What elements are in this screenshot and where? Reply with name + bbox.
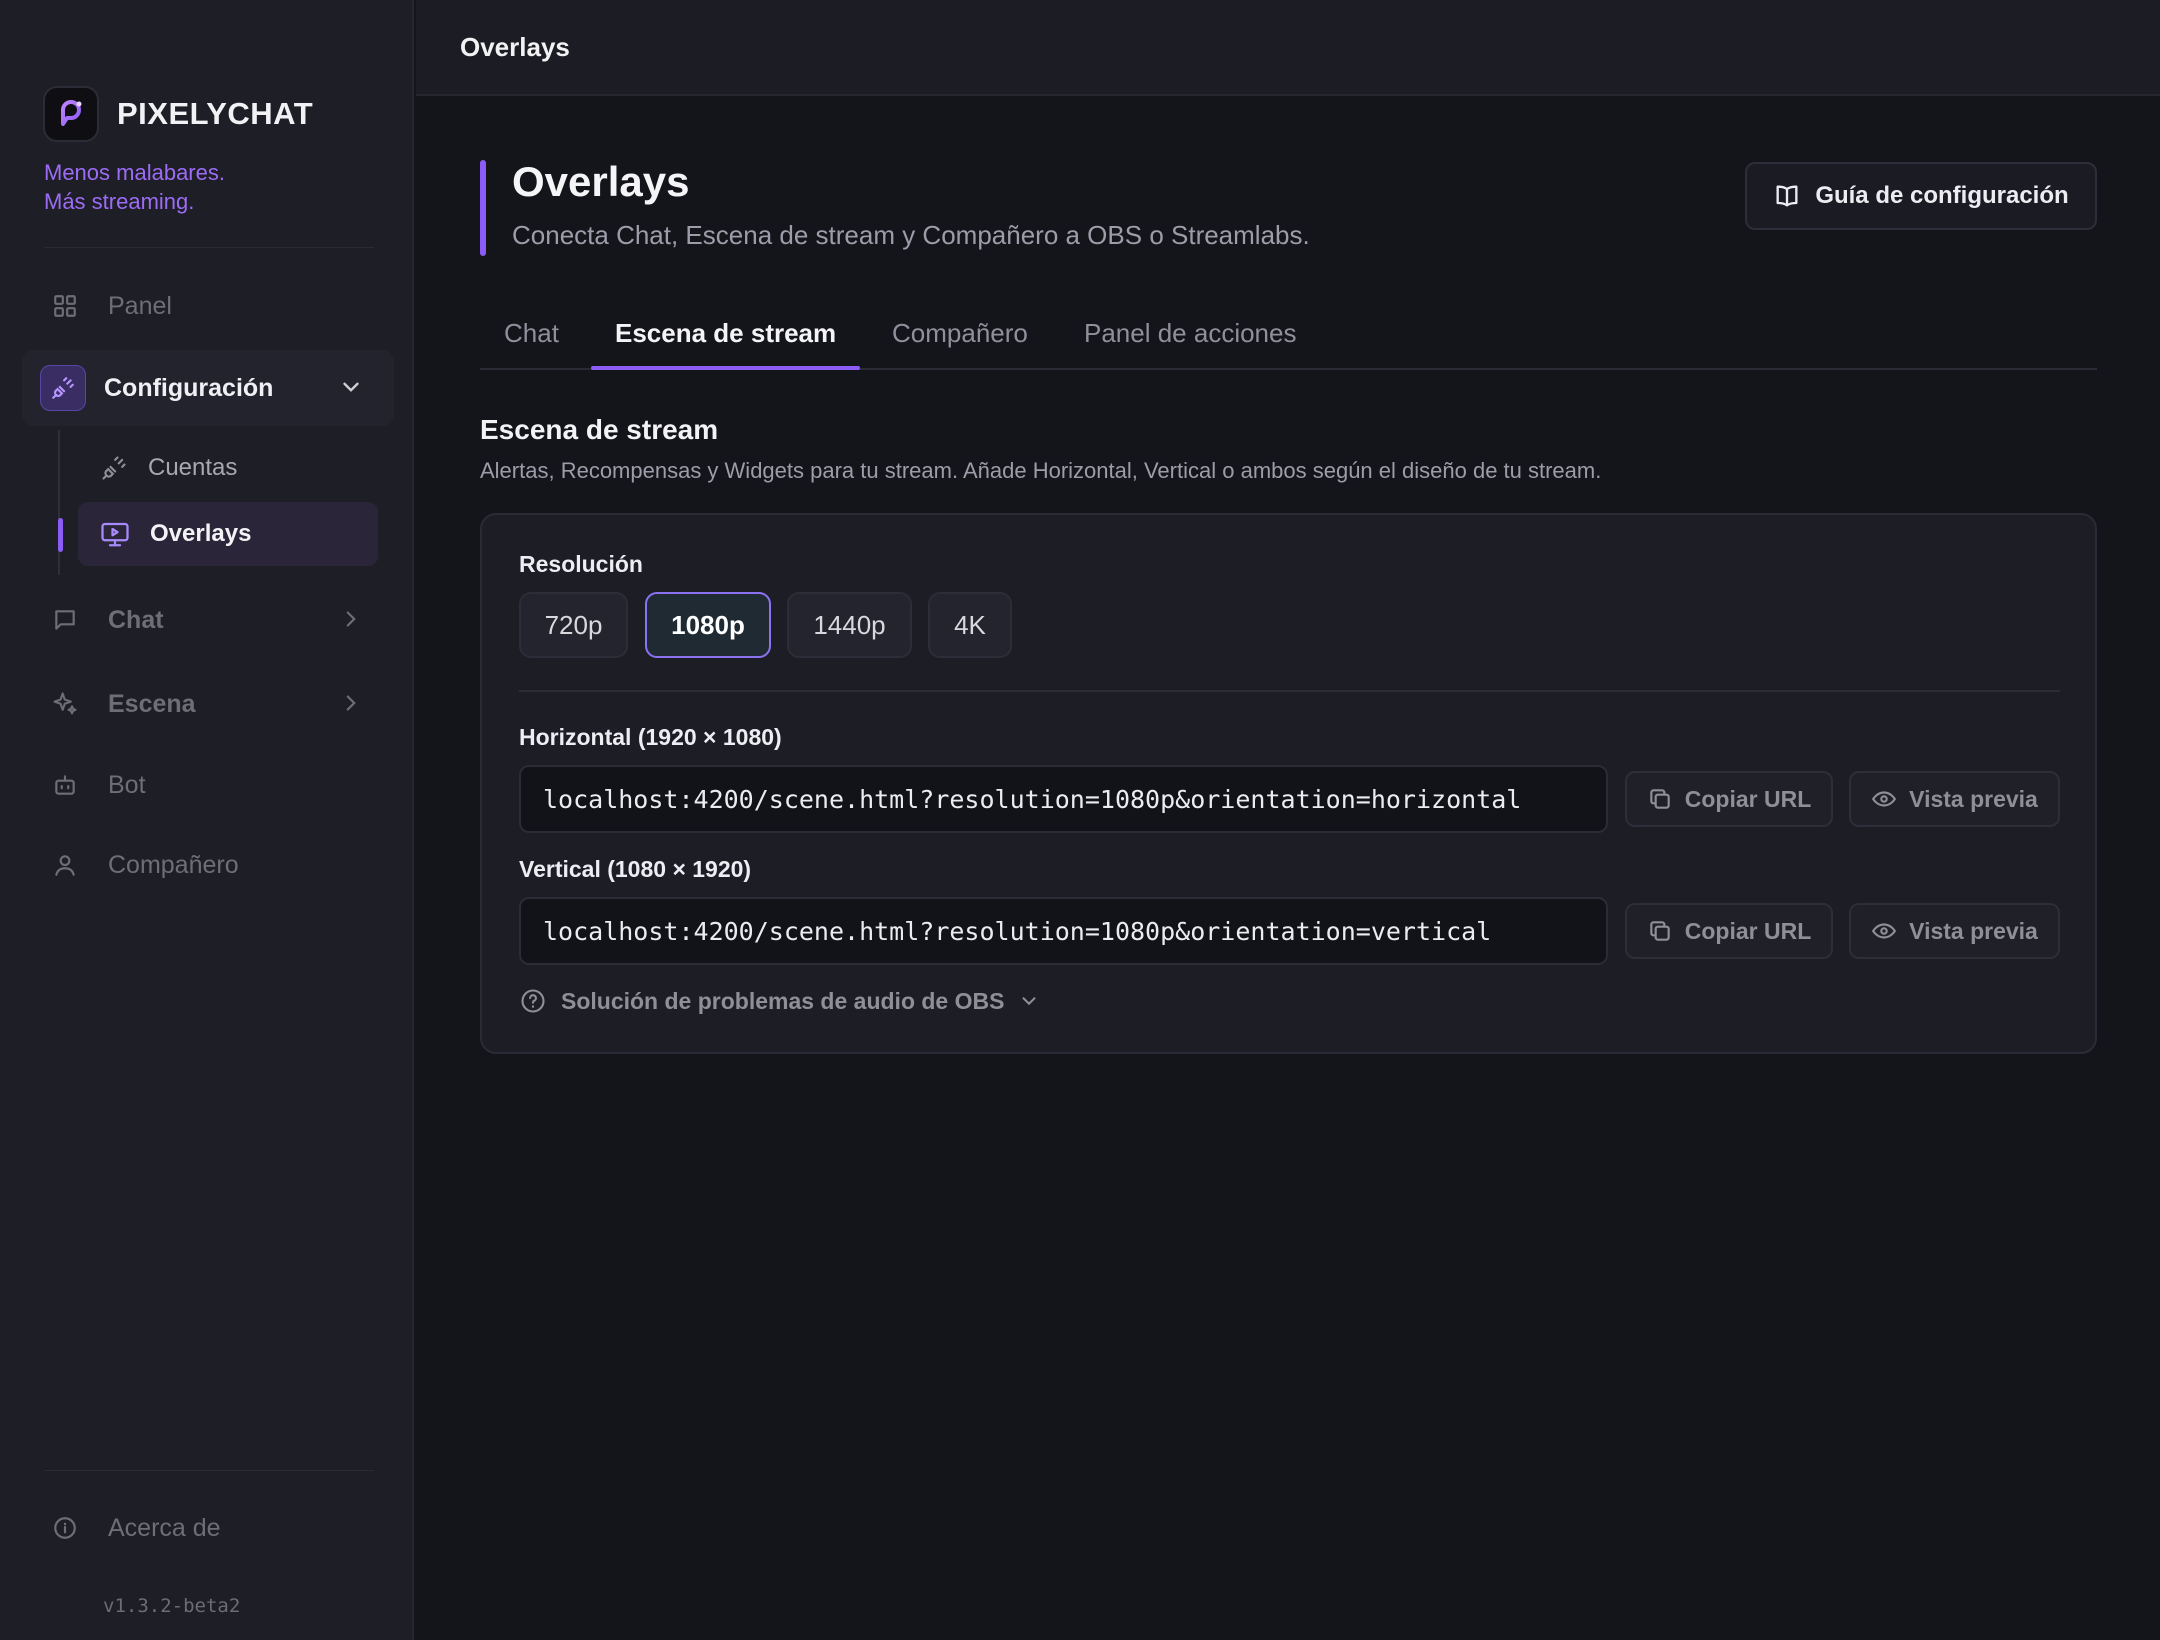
tab-escena-de-stream[interactable]: Escena de stream — [615, 318, 836, 370]
copy-url-label: Copiar URL — [1684, 917, 1812, 944]
scene-settings-card: Resolución 720p 1080p 1440p 4K Horizonta… — [480, 513, 2097, 1054]
vertical-url-label: Vertical (1080 × 1920) — [519, 856, 752, 882]
sidebar-item-bot[interactable]: Bot — [22, 747, 394, 823]
tab-panel-de-acciones[interactable]: Panel de acciones — [1084, 318, 1296, 370]
preview-horizontal-button[interactable]: Vista previa — [1849, 771, 2060, 827]
brand-name: PIXELYCHAT — [117, 96, 314, 131]
tab-chat[interactable]: Chat — [504, 318, 559, 370]
plug-icon — [100, 454, 128, 482]
sidebar-item-label: Escena — [108, 689, 196, 718]
chevron-down-icon — [338, 374, 364, 400]
sidebar-subitem-label: Overlays — [150, 520, 252, 547]
sidebar-item-label: Panel — [108, 291, 172, 320]
vertical-url-field[interactable]: localhost:4200/scene.html?resolution=108… — [519, 897, 1608, 965]
card-divider — [519, 690, 2060, 692]
grid-icon — [50, 291, 80, 321]
active-marker — [58, 518, 63, 552]
sidebar-item-companero[interactable]: Compañero — [22, 827, 394, 903]
info-icon — [50, 1513, 80, 1543]
sidebar-item-label: Chat — [108, 605, 164, 634]
copy-icon — [1647, 786, 1673, 812]
copy-horizontal-url-button[interactable]: Copiar URL — [1625, 771, 1833, 827]
resolution-option-720p[interactable]: 720p — [519, 592, 628, 658]
chevron-down-icon — [1018, 990, 1040, 1012]
tagline-line-1: Menos malabares. — [44, 160, 225, 185]
sidebar-item-label: Compañero — [108, 850, 239, 879]
pixelychat-logo-icon — [43, 86, 99, 142]
tabs: Chat Escena de stream Compañero Panel de… — [480, 300, 2097, 370]
setup-guide-label: Guía de configuración — [1815, 182, 2069, 209]
submenu-line — [58, 430, 60, 575]
eye-icon — [1871, 918, 1897, 944]
copy-url-label: Copiar URL — [1684, 785, 1812, 812]
resolution-label: Resolución — [519, 551, 643, 577]
preview-label: Vista previa — [1909, 917, 2038, 944]
preview-vertical-button[interactable]: Vista previa — [1849, 903, 2060, 959]
page-title: Overlays — [512, 158, 690, 205]
topbar: Overlays — [416, 0, 2160, 96]
sidebar-item-label: Acerca de — [108, 1513, 221, 1542]
topbar-title: Overlays — [460, 32, 570, 62]
active-tab-indicator — [591, 366, 860, 370]
setup-guide-button[interactable]: Guía de configuración — [1745, 162, 2097, 230]
book-icon — [1773, 182, 1801, 210]
tagline: Menos malabares. Más streaming. — [44, 158, 225, 216]
sparkles-icon — [50, 689, 80, 719]
sidebar-divider — [44, 247, 374, 248]
title-accent-bar — [480, 160, 486, 256]
monitor-play-icon — [100, 519, 130, 549]
sidebar-item-label: Configuración — [104, 373, 274, 402]
obs-audio-troubleshoot-toggle[interactable]: Solución de problemas de audio de OBS — [519, 987, 1040, 1015]
chat-bubble-icon — [50, 605, 80, 635]
sidebar-item-panel[interactable]: Panel — [22, 268, 394, 344]
plug-icon — [40, 365, 86, 411]
help-circle-icon — [519, 987, 547, 1015]
sidebar-subitem-cuentas[interactable]: Cuentas — [78, 436, 378, 500]
sidebar-item-escena[interactable]: Escena — [22, 666, 394, 742]
resolution-option-1080p[interactable]: 1080p — [645, 592, 771, 658]
app-version: v1.3.2-beta2 — [103, 1595, 241, 1617]
resolution-option-4k[interactable]: 4K — [928, 592, 1012, 658]
chevron-right-icon — [338, 606, 364, 632]
sidebar-subitem-overlays[interactable]: Overlays — [78, 502, 378, 566]
section-title: Escena de stream — [480, 414, 719, 445]
eye-icon — [1871, 786, 1897, 812]
sidebar-item-configuracion[interactable]: Configuración — [22, 350, 394, 426]
sidebar-item-acerca-de[interactable]: Acerca de — [22, 1490, 394, 1566]
sidebar-divider — [44, 1470, 374, 1471]
troubleshoot-label: Solución de problemas de audio de OBS — [561, 987, 1005, 1014]
page-subtitle: Conecta Chat, Escena de stream y Compañe… — [512, 220, 1310, 250]
sidebar: PIXELYCHAT Menos malabares. Más streamin… — [0, 0, 414, 1640]
copy-vertical-url-button[interactable]: Copiar URL — [1625, 903, 1833, 959]
section-description: Alertas, Recompensas y Widgets para tu s… — [480, 458, 1602, 483]
sidebar-subitem-label: Cuentas — [148, 454, 238, 481]
brand[interactable]: PIXELYCHAT — [43, 86, 313, 142]
preview-label: Vista previa — [1909, 785, 2038, 812]
horizontal-url-label: Horizontal (1920 × 1080) — [519, 724, 782, 750]
horizontal-url-field[interactable]: localhost:4200/scene.html?resolution=108… — [519, 765, 1608, 833]
sidebar-item-chat[interactable]: Chat — [22, 582, 394, 658]
copy-icon — [1647, 918, 1673, 944]
resolution-option-1440p[interactable]: 1440p — [787, 592, 912, 658]
user-icon — [50, 850, 80, 880]
robot-icon — [50, 770, 80, 800]
sidebar-item-label: Bot — [108, 770, 146, 799]
tab-companero[interactable]: Compañero — [892, 318, 1028, 370]
tagline-line-2: Más streaming. — [44, 189, 195, 214]
chevron-right-icon — [338, 690, 364, 716]
